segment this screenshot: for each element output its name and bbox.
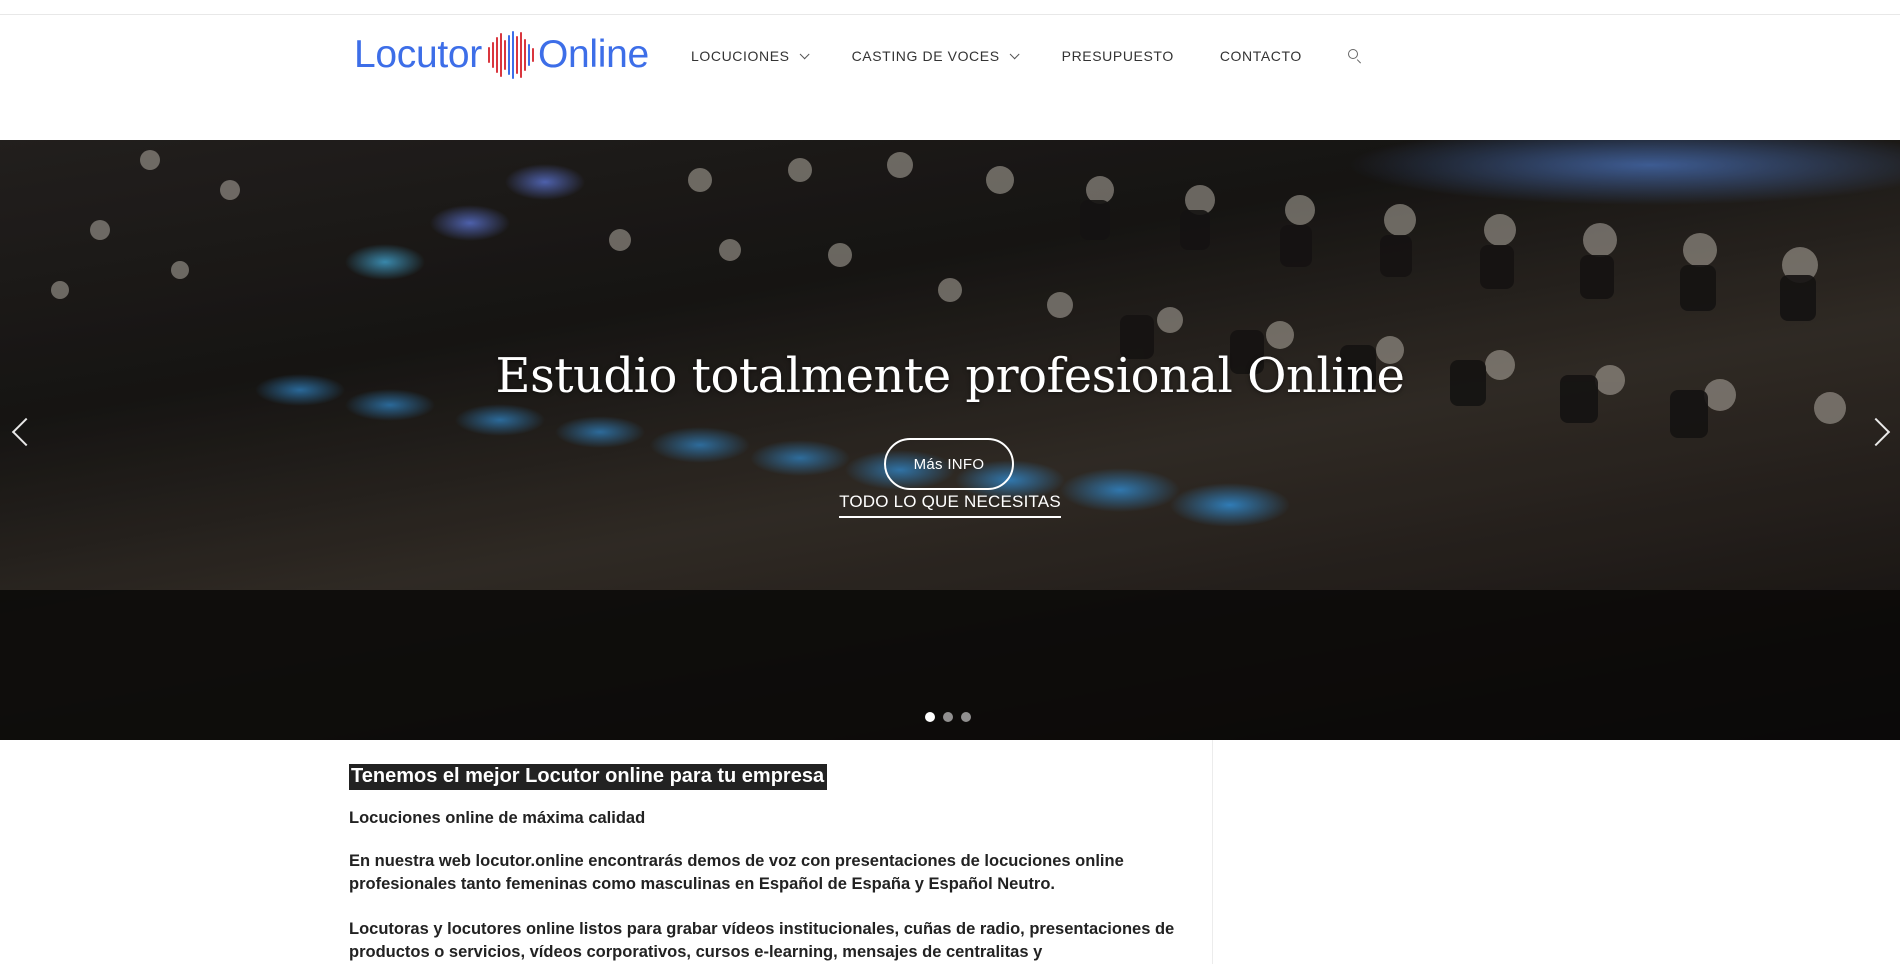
sidebar-divider (1212, 740, 1213, 964)
site-logo[interactable]: Locutor Online (354, 29, 649, 81)
hero-subtitle-text[interactable]: TODO LO QUE NECESITAS (839, 492, 1061, 518)
logo-text-online: Online (537, 33, 649, 76)
nav-item-label: PRESUPUESTO (1061, 48, 1174, 64)
chevron-down-icon (799, 48, 810, 59)
hero-title: Estudio totalmente profesional Online (495, 348, 1405, 404)
nav-item-locuciones[interactable]: LOCUCIONES (691, 48, 810, 64)
main-content: Tenemos el mejor Locutor online para tu … (349, 764, 1189, 964)
slider-dot-3[interactable] (961, 712, 971, 722)
nav-item-casting-de-voces[interactable]: CASTING DE VOCES (851, 48, 1020, 64)
search-handle (1356, 59, 1361, 64)
content-paragraph: En nuestra web locutor.online encontrará… (349, 852, 1124, 893)
search-lens (1347, 49, 1358, 59)
slider-dot-2[interactable] (943, 712, 953, 722)
nav-item-label: CASTING DE VOCES (851, 48, 1000, 64)
search-icon[interactable] (1347, 49, 1362, 64)
main-nav: LOCUCIONES CASTING DE VOCES PRESUPUESTO … (691, 42, 1362, 70)
hero-slider: Estudio totalmente profesional Online Má… (0, 140, 1900, 740)
content-subheading: Locuciones online de máxima calidad (349, 809, 646, 827)
nav-item-label: CONTACTO (1219, 48, 1302, 64)
chevron-down-icon (1009, 48, 1020, 59)
sound-wave-icon (487, 29, 535, 81)
site-header: Locutor Online LOCUCIONES CASTING DE VOC… (0, 15, 1900, 140)
hero-subtitle: TODO LO QUE NECESITAS (0, 492, 1900, 518)
content-paragraph: Locutoras y locutores online listos para… (349, 920, 1175, 961)
content-heading: Tenemos el mejor Locutor online para tu … (349, 764, 828, 790)
nav-item-presupuesto[interactable]: PRESUPUESTO (1062, 48, 1174, 64)
nav-item-contacto[interactable]: CONTACTO (1220, 48, 1302, 64)
slider-pagination (925, 712, 979, 722)
logo-text-locutor: Locutor (354, 33, 482, 76)
slider-dot-1[interactable] (925, 712, 935, 722)
more-info-button[interactable]: Más INFO (884, 438, 1014, 490)
nav-item-label: LOCUCIONES (691, 48, 790, 64)
